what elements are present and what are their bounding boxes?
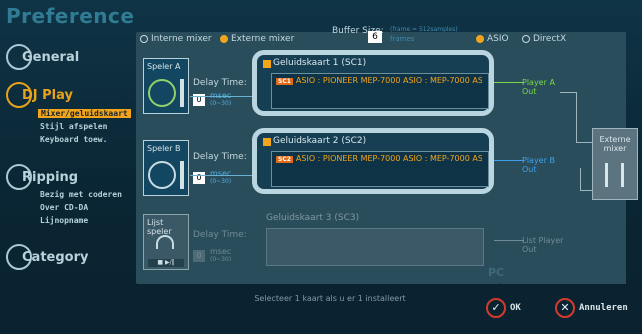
mixer-link-b xyxy=(580,168,581,190)
sidebar-category-ripping[interactable]: Ripping xyxy=(6,164,78,190)
sound-card-1[interactable]: Geluidskaart 1 (SC1) SC1 ASIO : PIONEER M… xyxy=(252,50,494,116)
player-a-out-line xyxy=(494,82,524,83)
list-player-delay-input[interactable]: 0 xyxy=(193,250,205,262)
sound-card-1-title: Geluidskaart 1 (SC1) xyxy=(273,58,367,68)
mixer-slider-icon xyxy=(605,163,608,187)
check-icon: ✓ xyxy=(486,298,506,318)
player-b-delay-label: Delay Time: xyxy=(193,152,247,162)
sidebar-item-stijl[interactable]: Stijl afspelen xyxy=(40,122,107,131)
radio-externe-mixer[interactable]: Externe mixer xyxy=(220,34,294,44)
radio-dot xyxy=(220,35,228,43)
radio-dot xyxy=(522,35,530,43)
sound-card-2-device[interactable]: SC2 ASIO : PIONEER MEP-7000 ASIO : MEP-70… xyxy=(276,154,482,163)
radio-dot xyxy=(476,35,484,43)
fader-icon xyxy=(180,161,184,189)
ok-button[interactable]: ✓ OK xyxy=(486,298,521,318)
mixer-slider-icon xyxy=(621,163,624,187)
player-a-box: Speler A xyxy=(143,58,189,114)
turntable-icon xyxy=(148,161,176,189)
buffer-size-unit: frames xyxy=(390,35,415,43)
list-player-delay-range: (0~30) xyxy=(210,256,232,263)
player-a-label: Speler A xyxy=(147,62,181,71)
sound-card-3-device-list[interactable] xyxy=(266,228,484,266)
fader-icon xyxy=(180,79,184,107)
mixer-link-line xyxy=(576,92,577,142)
list-player-delay-label: Delay Time: xyxy=(193,230,247,240)
radio-directx[interactable]: DirectX xyxy=(522,34,566,44)
player-b-label: Speler B xyxy=(147,144,181,153)
list-player-out-label: List Player Out xyxy=(522,236,564,254)
status-text: Selecteer 1 kaart als u er 1 installeert xyxy=(254,294,406,303)
cancel-button[interactable]: ✕ Annuleren xyxy=(555,298,628,318)
sidebar-item-keyboard[interactable]: Keyboard toew. xyxy=(40,135,107,144)
sound-card-1-device-list[interactable]: SC1 ASIO : PIONEER MEP-7000 ASIO : MEP-70… xyxy=(271,73,489,109)
sound-card-2[interactable]: Geluidskaart 2 (SC2) SC2 ASIO : PIONEER M… xyxy=(252,128,494,194)
x-icon: ✕ xyxy=(555,298,575,318)
sound-card-2-title: Geluidskaart 2 (SC2) xyxy=(273,136,367,146)
sound-card-3[interactable]: Geluidskaart 3 (SC3) xyxy=(252,210,494,276)
buffer-size-note: (frame = 512samples) xyxy=(390,26,458,33)
external-mixer-label: Externe mixer xyxy=(599,135,631,153)
external-mixer: Externe mixer xyxy=(592,128,638,200)
list-player-box: Lijst speler ■ ▶/‖ xyxy=(143,214,189,270)
radio-asio[interactable]: ASIO xyxy=(476,34,509,44)
list-player-out-line xyxy=(494,240,524,241)
sidebar-item-lijnopname[interactable]: Lijnopname xyxy=(40,216,88,225)
player-b-out-line xyxy=(494,160,524,161)
list-player-delay-unit: msec xyxy=(210,247,232,256)
checkbox-sc1[interactable] xyxy=(263,60,271,68)
sound-card-1-device[interactable]: SC1 ASIO : PIONEER MEP-7000 ASIO : MEP-70… xyxy=(276,76,482,85)
player-a-line xyxy=(190,96,252,97)
list-player-label: Lijst speler xyxy=(147,218,172,236)
sidebar-item-cdda[interactable]: Over CD-DA xyxy=(40,203,88,212)
buffer-size-input[interactable]: 6 xyxy=(368,31,382,43)
mixer-link-in-b xyxy=(580,190,592,191)
preference-window: Preference General DJ Play Mixer/geluids… xyxy=(0,0,642,334)
playback-controls-icon: ■ ▶/‖ xyxy=(148,259,184,267)
player-b-delay-range: (0~30) xyxy=(210,178,232,185)
sound-card-3-title: Geluidskaart 3 (SC3) xyxy=(266,213,360,223)
player-a-delay-label: Delay Time: xyxy=(193,78,247,88)
pc-mark: PC xyxy=(488,266,505,279)
checkbox-sc2[interactable] xyxy=(263,138,271,146)
radio-interne-mixer[interactable]: Interne mixer xyxy=(140,34,212,44)
player-b-out-label: Player B Out xyxy=(522,156,555,174)
radio-dot xyxy=(140,35,148,43)
window-title: Preference xyxy=(6,4,135,28)
mixer-link-a xyxy=(560,92,576,93)
headphone-icon xyxy=(156,235,174,249)
player-a-out-label: Player A Out xyxy=(522,78,555,96)
sidebar-category-general[interactable]: General xyxy=(6,44,79,70)
mixer-link-in-a xyxy=(576,142,592,143)
sidebar-item-coderen[interactable]: Bezig met coderen xyxy=(40,190,122,199)
sound-card-2-device-list[interactable]: SC2 ASIO : PIONEER MEP-7000 ASIO : MEP-70… xyxy=(271,151,489,187)
player-b-delay-input[interactable]: 0 xyxy=(193,172,205,184)
sc1-badge: SC1 xyxy=(276,78,293,85)
player-b-line xyxy=(190,175,252,176)
sidebar-category-category[interactable]: Category xyxy=(6,244,88,270)
sidebar: General DJ Play Mixer/geluidskaart Stijl… xyxy=(0,30,131,320)
sc2-badge: SC2 xyxy=(276,156,293,163)
player-b-box: Speler B xyxy=(143,140,189,196)
player-a-delay-range: (0~30) xyxy=(210,100,232,107)
turntable-icon xyxy=(148,79,176,107)
player-b-delay-unit: msec xyxy=(210,169,232,178)
sidebar-category-dj-play[interactable]: DJ Play xyxy=(6,82,73,108)
sidebar-item-mixer[interactable]: Mixer/geluidskaart xyxy=(38,109,131,118)
